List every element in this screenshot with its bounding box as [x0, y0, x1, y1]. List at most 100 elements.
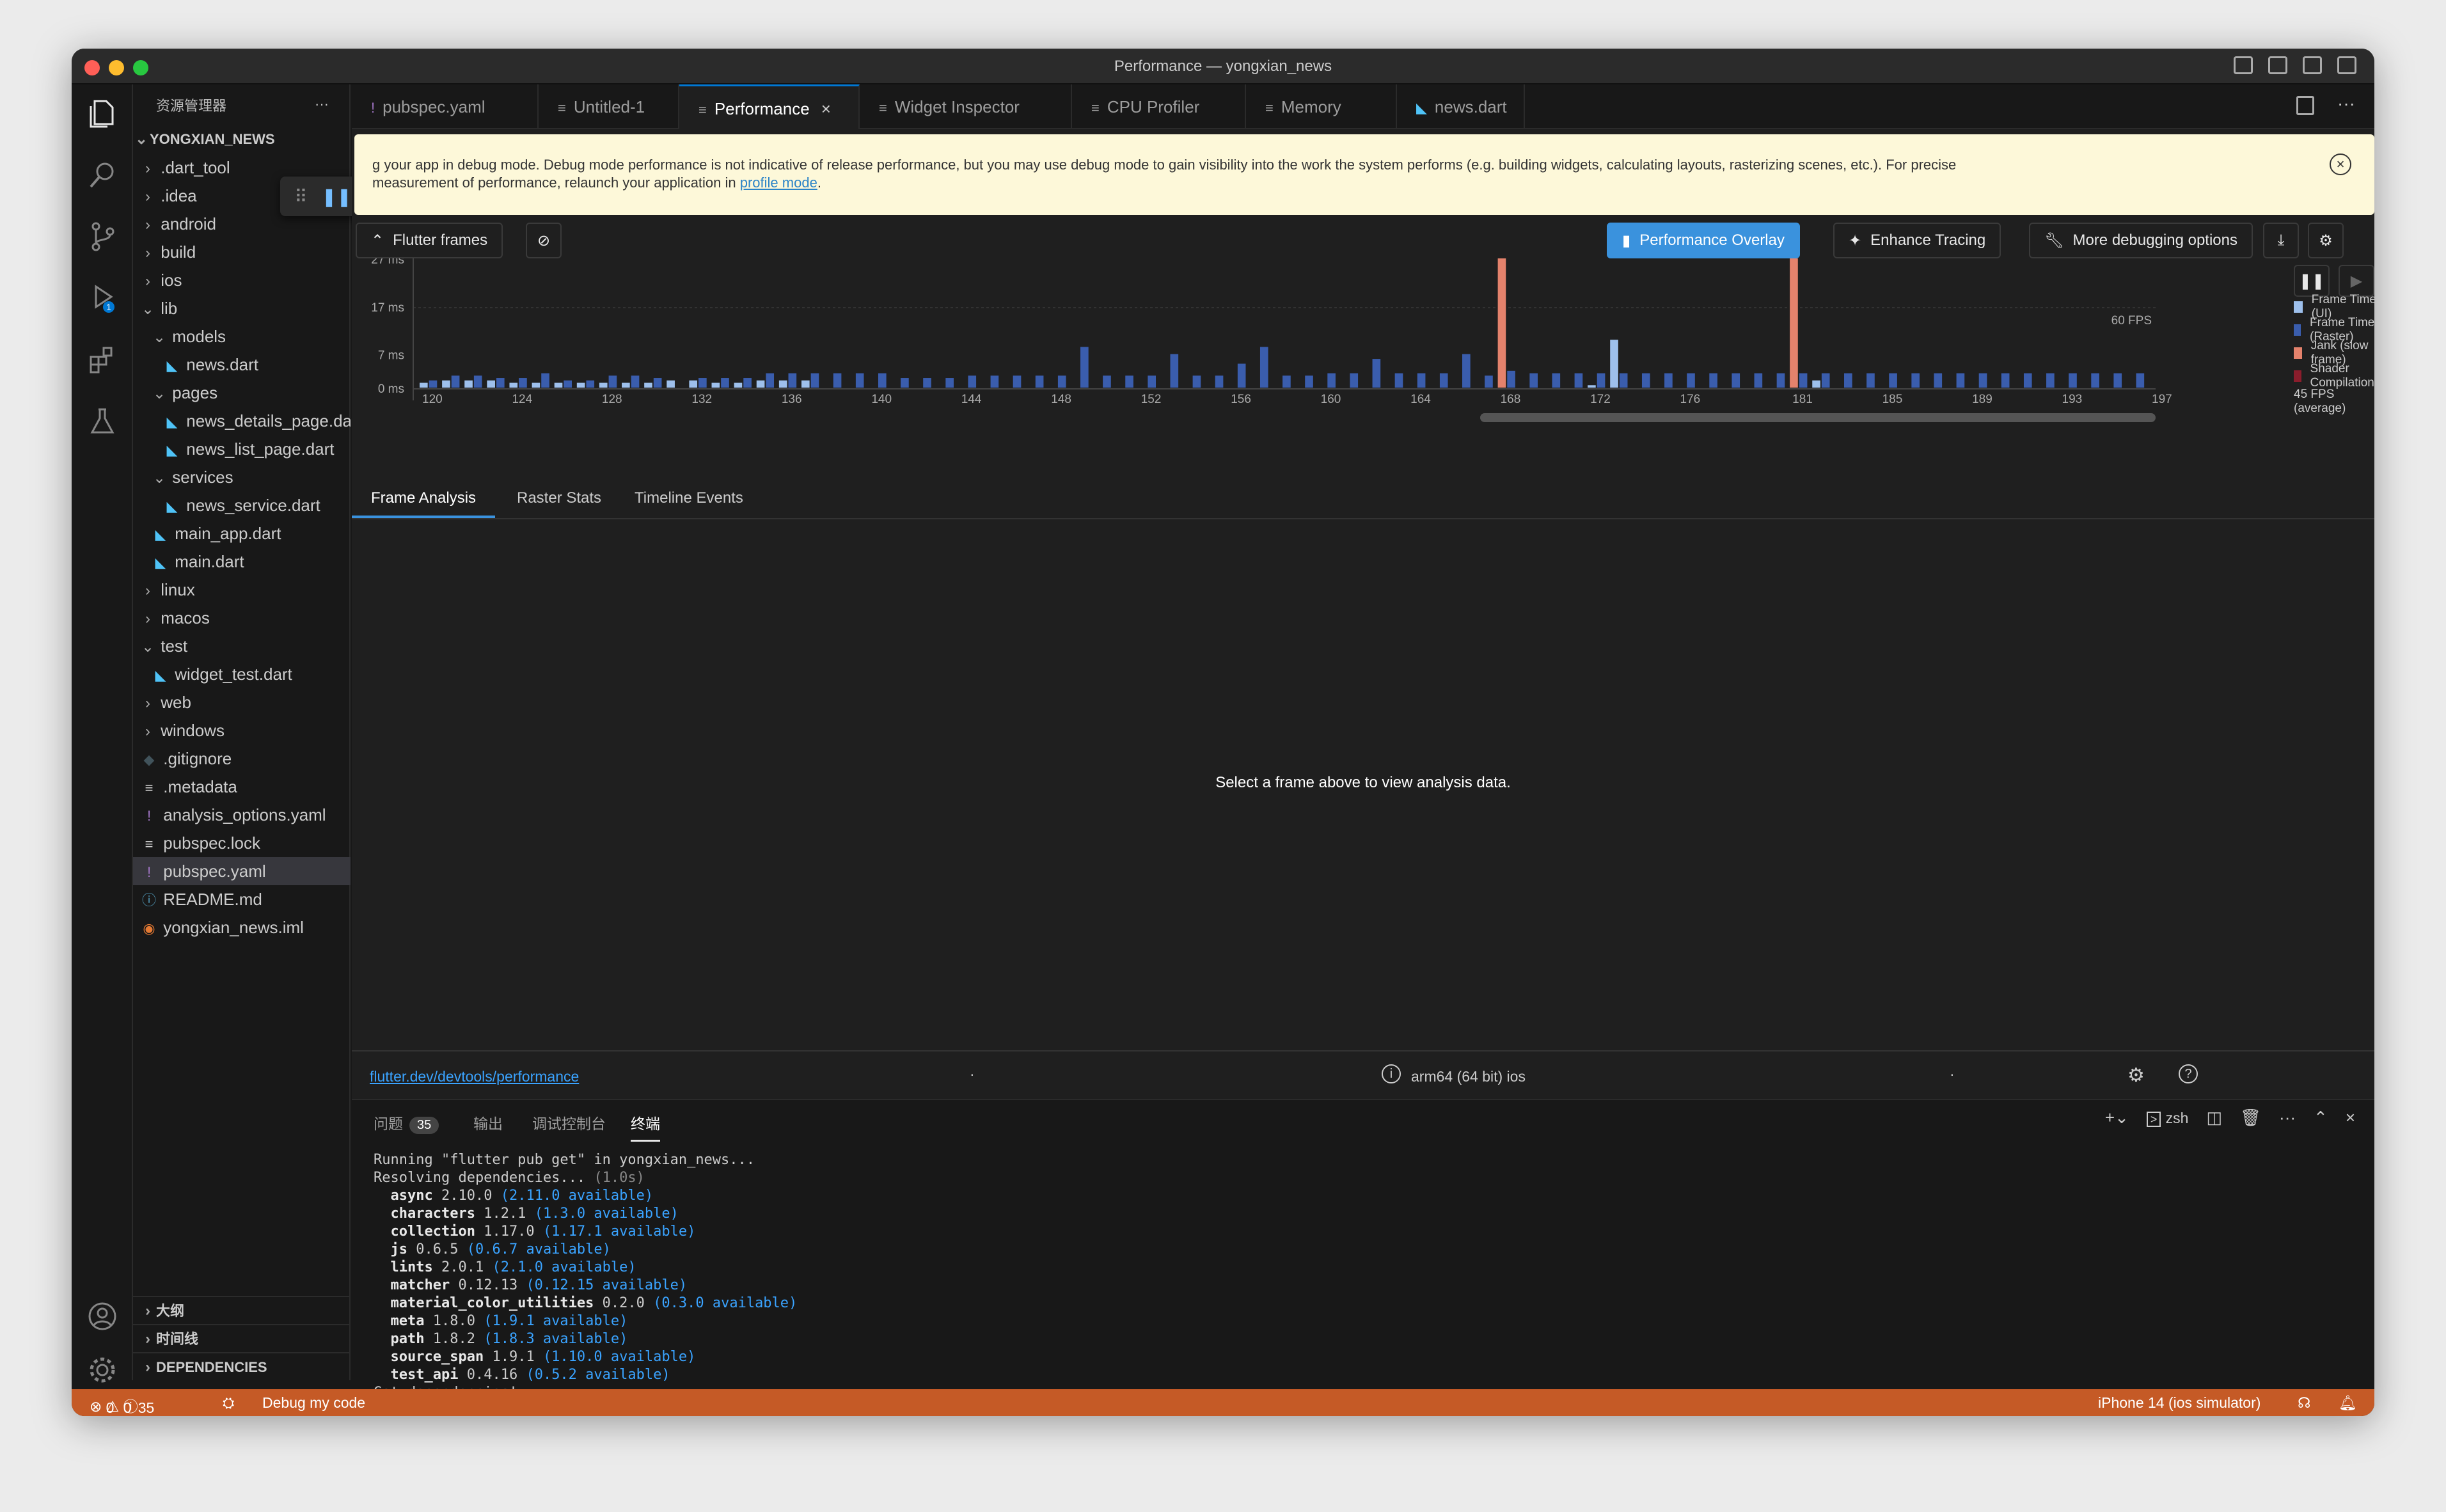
flutter-frames-toggle[interactable]: ⌃ Flutter frames — [356, 223, 503, 258]
tree-item[interactable]: ⌄ models — [133, 322, 351, 350]
feedback-icon[interactable]: ☊ — [2298, 1394, 2310, 1412]
performance-overlay-button[interactable]: ▮ Performance Overlay — [1607, 223, 1800, 258]
debug-icon[interactable]: ⛭ — [223, 1394, 234, 1412]
x-tick-label: 136 — [782, 393, 802, 406]
editor-tab[interactable]: ≡ CPU Profiler — [1072, 84, 1246, 129]
editor-tab[interactable]: ≡ Performance × — [679, 84, 860, 129]
tree-item[interactable]: ◉ yongxian_news.iml — [133, 913, 351, 941]
devtools-docs-link[interactable]: flutter.dev/devtools/performance — [370, 1068, 579, 1085]
dependencies-section[interactable]: › DEPENDENCIES — [133, 1352, 351, 1380]
toggle-secondary-sidebar-icon[interactable] — [2303, 56, 2322, 74]
timeline-section[interactable]: › 时间线 — [133, 1324, 351, 1352]
tree-item[interactable]: › macos — [133, 604, 351, 632]
editor-more-icon[interactable]: ··· — [2337, 93, 2355, 114]
tree-item[interactable]: ≡ pubspec.lock — [133, 829, 351, 857]
tab-frame-analysis[interactable]: Frame Analysis — [352, 478, 496, 518]
tab-debug-console[interactable]: 调试控制台 — [532, 1112, 606, 1133]
tree-item[interactable]: ◣ main.dart — [133, 547, 351, 576]
tree-item[interactable]: ◣ news_list_page.dart — [133, 435, 351, 463]
tab-problems[interactable]: 问题 35 — [374, 1112, 439, 1134]
terminal-shell[interactable]: > zsh — [2146, 1108, 2188, 1128]
tree-item[interactable]: ≡ .metadata — [133, 773, 351, 801]
account-icon[interactable] — [87, 1301, 118, 1332]
help-icon[interactable]: ? — [2179, 1064, 2198, 1083]
tab-raster-stats[interactable]: Raster Stats — [498, 478, 620, 518]
tree-item-label: main_app.dart — [175, 524, 281, 543]
editor-tab[interactable]: ≡ Untitled-1 — [539, 84, 679, 129]
close-tab-icon[interactable]: × — [821, 99, 831, 118]
tab-timeline-events[interactable]: Timeline Events — [615, 478, 762, 518]
ui-bar — [532, 382, 540, 388]
tree-item[interactable]: ⓘ README.md — [133, 885, 351, 913]
tree-item[interactable]: ◆ .gitignore — [133, 744, 351, 773]
new-terminal-icon[interactable]: +⌄ — [2105, 1108, 2129, 1128]
toggle-sidebar-icon[interactable] — [2234, 56, 2253, 74]
more-debugging-button[interactable]: 🔧︎ More debugging options — [2029, 223, 2253, 258]
editor-tab[interactable]: ≡ Memory — [1246, 84, 1397, 129]
split-terminal-icon[interactable]: ◫ — [2206, 1108, 2222, 1128]
tree-item[interactable]: ⌄ lib — [133, 294, 351, 322]
banner-close-icon[interactable]: × — [2330, 154, 2351, 175]
tree-item[interactable]: ⌄ services — [133, 463, 351, 491]
raster-bar — [1013, 375, 1022, 388]
toggle-panel-icon[interactable] — [2268, 56, 2287, 74]
resume-frames-button[interactable]: ▶ — [2339, 265, 2374, 297]
editor-tab[interactable]: ◣ news.dart — [1397, 84, 1525, 129]
split-editor-icon[interactable] — [2296, 96, 2314, 115]
tree-item[interactable]: › web — [133, 688, 351, 716]
clear-frames-button[interactable]: ⊘ — [526, 223, 562, 258]
tab-terminal[interactable]: 终端 — [631, 1112, 660, 1142]
panel-more-icon[interactable]: ··· — [2279, 1108, 2296, 1128]
raster-bar — [1192, 375, 1201, 388]
raster-bar — [1462, 354, 1471, 388]
tree-item[interactable]: ! pubspec.yaml — [133, 857, 351, 885]
debug-config[interactable]: Debug my code — [262, 1394, 365, 1412]
tree-item[interactable]: ⌄ test — [133, 632, 351, 660]
maximize-panel-icon[interactable]: ⌃ — [2314, 1108, 2328, 1128]
export-button[interactable]: ⤓ — [2263, 223, 2299, 258]
tree-item[interactable]: › linux — [133, 576, 351, 604]
editor-tab[interactable]: ≡ Widget Inspector — [860, 84, 1072, 129]
devtools-settings-icon[interactable]: ⚙ — [2127, 1064, 2145, 1087]
tree-item[interactable]: › build — [133, 238, 351, 266]
pause-icon[interactable]: ❚❚ — [322, 186, 352, 207]
terminal-output[interactable]: Running "flutter pub get" in yongxian_ne… — [361, 1151, 797, 1416]
tab-output[interactable]: 输出 — [473, 1112, 503, 1133]
tree-item[interactable]: ! analysis_options.yaml — [133, 801, 351, 829]
tree-item[interactable]: › windows — [133, 716, 351, 744]
extensions-icon[interactable] — [87, 344, 118, 375]
text-file-icon: ≡ — [145, 836, 154, 852]
run-debug-icon[interactable]: 1 — [87, 283, 118, 313]
tree-item[interactable]: ◣ news_details_page.dart — [133, 407, 351, 435]
tree-item[interactable]: ⌄ pages — [133, 379, 351, 407]
device-selector[interactable]: iPhone 14 (ios simulator) — [2098, 1394, 2261, 1412]
tree-item[interactable]: ◣ news.dart — [133, 350, 351, 379]
project-header[interactable]: ⌄ YONGXIAN_NEWS — [133, 125, 275, 154]
gear-icon: ⚙ — [2319, 232, 2333, 249]
frames-chart[interactable]: 27 ms 17 ms 7 ms 0 ms 60 FPS 120 124 128 132 136 1… — [352, 253, 2374, 437]
outline-section[interactable]: › 大纲 — [133, 1296, 351, 1324]
search-icon[interactable] — [87, 160, 118, 191]
editor-tab[interactable]: ! pubspec.yaml — [352, 84, 539, 129]
drag-handle-icon[interactable]: ⠿ — [289, 186, 313, 207]
pause-frames-button[interactable]: ❚❚ — [2294, 265, 2330, 297]
notifications-bell-icon[interactable]: 🔔︎ — [2339, 1394, 2357, 1412]
enhance-tracing-button[interactable]: ✦ Enhance Tracing — [1833, 223, 2001, 258]
performance-settings-button[interactable]: ⚙ — [2308, 223, 2344, 258]
terminal-line: path 1.8.2 (1.8.3 available) — [374, 1330, 797, 1348]
tree-item[interactable]: ◣ news_service.dart — [133, 491, 351, 519]
tree-item[interactable]: ◣ widget_test.dart — [133, 660, 351, 688]
customize-layout-icon[interactable] — [2337, 56, 2356, 74]
more-actions-icon[interactable]: ··· — [315, 96, 329, 113]
trash-icon[interactable]: 🗑︎ — [2240, 1108, 2261, 1128]
testing-icon[interactable] — [87, 406, 118, 436]
source-control-icon[interactable] — [87, 221, 118, 252]
tree-item[interactable]: › ios — [133, 266, 351, 294]
problems-status[interactable]: ⊗ 0 ⚠ 0 ⓘ 35 — [90, 1394, 154, 1416]
tree-item[interactable]: ◣ main_app.dart — [133, 519, 351, 547]
legend-shader: Shader Compilation — [2294, 362, 2374, 390]
explorer-icon[interactable] — [87, 98, 118, 129]
close-panel-icon[interactable]: × — [2346, 1108, 2355, 1128]
profile-mode-link[interactable]: profile mode — [740, 175, 817, 191]
settings-gear-icon[interactable] — [87, 1355, 118, 1385]
